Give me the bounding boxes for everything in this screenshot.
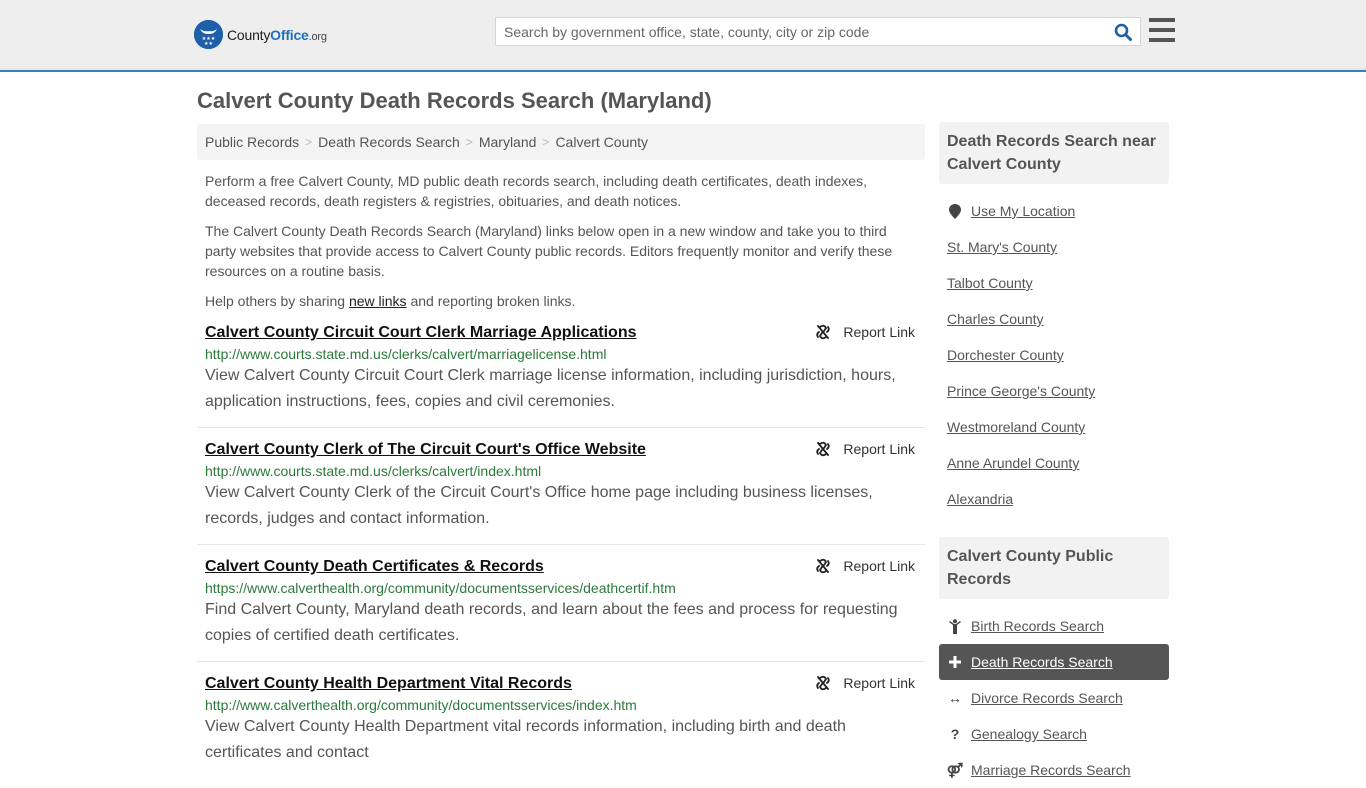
eagle-stars-badge-icon: ★★★ ★★ [194, 20, 223, 49]
nearby-item[interactable]: Alexandria [939, 481, 1169, 517]
intro-text: Perform a free Calvert County, MD public… [197, 171, 925, 311]
nearby-link[interactable]: St. Mary's County [947, 239, 1057, 255]
record-url[interactable]: http://www.courts.state.md.us/clerks/cal… [205, 463, 917, 479]
breadcrumb-public-records[interactable]: Public Records [205, 134, 299, 150]
page-title: Calvert County Death Records Search (Mar… [197, 88, 712, 113]
use-my-location-item[interactable]: Use My Location [939, 193, 1169, 229]
breadcrumb-separator: > [465, 135, 473, 149]
search-box [495, 17, 1141, 46]
record-item: Calvert County Health Department Vital R… [197, 662, 925, 779]
breadcrumb-death-records-search[interactable]: Death Records Search [318, 134, 460, 150]
broken-link-icon [816, 675, 831, 691]
report-link-button[interactable]: Report Link [815, 558, 915, 574]
breadcrumb-separator: > [542, 135, 550, 149]
sidebar-link[interactable]: Divorce Records Search [971, 690, 1123, 706]
sidebar-link[interactable]: Genealogy Search [971, 726, 1087, 742]
site-logo[interactable]: ★★★ ★★ CountyOffice.org [194, 20, 327, 49]
nearby-item[interactable]: Anne Arundel County [939, 445, 1169, 481]
record-item: Calvert County Death Certificates & Reco… [197, 545, 925, 662]
report-link-button[interactable]: Report Link [815, 675, 915, 691]
sidebar-item-divorce-records[interactable]: ↔ Divorce Records Search [939, 680, 1169, 716]
nearby-link[interactable]: Westmoreland County [947, 419, 1085, 435]
report-link-button[interactable]: Report Link [815, 324, 915, 340]
menu-bar [1149, 38, 1175, 42]
main-content: Public Records > Death Records Search > … [197, 124, 925, 779]
nearby-link[interactable]: Anne Arundel County [947, 455, 1079, 471]
nearby-item[interactable]: St. Mary's County [939, 229, 1169, 265]
use-my-location-link[interactable]: Use My Location [971, 203, 1075, 219]
record-title-link[interactable]: Calvert County Circuit Court Clerk Marri… [205, 324, 636, 342]
share-links-paragraph: Help others by sharing new links and rep… [205, 293, 576, 309]
breadcrumb: Public Records > Death Records Search > … [197, 124, 925, 160]
nearby-item[interactable]: Charles County [939, 301, 1169, 337]
nearby-link[interactable]: Dorchester County [947, 347, 1064, 363]
record-url[interactable]: https://www.calverthealth.org/community/… [205, 580, 917, 596]
question-icon: ? [950, 726, 960, 742]
nearby-item[interactable]: Westmoreland County [939, 409, 1169, 445]
sidebar-item-genealogy[interactable]: ? Genealogy Search [939, 716, 1169, 752]
sidebar-link[interactable]: Death Records Search [971, 654, 1113, 670]
search-icon [1114, 23, 1132, 41]
breadcrumb-separator: > [305, 135, 313, 149]
sidebar-link[interactable]: Birth Records Search [971, 618, 1104, 634]
nearby-item[interactable]: Dorchester County [939, 337, 1169, 373]
nearby-item[interactable]: Talbot County [939, 265, 1169, 301]
sidebar-item-birth-records[interactable]: Birth Records Search [939, 608, 1169, 644]
broken-link-icon [816, 558, 831, 574]
record-description: View Calvert County Clerk of the Circuit… [205, 484, 873, 527]
nearby-link[interactable]: Talbot County [947, 275, 1033, 291]
nearby-heading: Death Records Search near Calvert County [939, 122, 1169, 184]
search-input[interactable] [496, 18, 1106, 45]
plus-cross-icon [947, 656, 963, 668]
record-description: View Calvert County Health Department vi… [205, 718, 846, 761]
site-header: ★★★ ★★ CountyOffice.org [0, 0, 1366, 72]
svg-text:★★: ★★ [204, 41, 213, 47]
menu-bar [1149, 18, 1175, 22]
broken-link-icon [816, 441, 831, 457]
nearby-link[interactable]: Alexandria [947, 491, 1013, 507]
record-item: Calvert County Circuit Court Clerk Marri… [197, 311, 925, 428]
report-link-button[interactable]: Report Link [815, 441, 915, 457]
map-pin-icon [947, 203, 963, 219]
sidebar-item-death-records[interactable]: Death Records Search [939, 644, 1169, 680]
child-icon [947, 618, 963, 634]
sidebar-item-marriage-records[interactable]: ⚤ Marriage Records Search [939, 752, 1169, 788]
nearby-link[interactable]: Prince George's County [947, 383, 1095, 399]
intro-paragraph: The Calvert County Death Records Search … [205, 223, 893, 279]
breadcrumb-calvert-county[interactable]: Calvert County [555, 134, 648, 150]
public-records-list: Birth Records Search Death Records Searc… [939, 608, 1169, 788]
nearby-item[interactable]: Prince George's County [939, 373, 1169, 409]
record-url[interactable]: http://www.calverthealth.org/community/d… [205, 697, 917, 713]
logo-wordmark: CountyOffice.org [227, 26, 327, 43]
broken-link-icon [816, 324, 831, 340]
record-description: View Calvert County Circuit Court Clerk … [205, 367, 896, 410]
marriage-symbol-icon: ⚤ [946, 761, 964, 778]
nearby-list: Use My Location St. Mary's County Talbot… [939, 193, 1169, 517]
new-links-link[interactable]: new links [349, 293, 407, 309]
sidebar-link[interactable]: Marriage Records Search [971, 762, 1131, 778]
record-title-link[interactable]: Calvert County Death Certificates & Reco… [205, 558, 544, 576]
public-records-heading: Calvert County Public Records [939, 537, 1169, 599]
nearby-link[interactable]: Charles County [947, 311, 1044, 327]
hamburger-menu-icon[interactable] [1149, 18, 1175, 42]
record-description: Find Calvert County, Maryland death reco… [205, 601, 898, 644]
sidebar: Death Records Search near Calvert County… [939, 122, 1169, 788]
search-button[interactable] [1106, 18, 1140, 45]
menu-bar [1149, 28, 1175, 32]
record-title-link[interactable]: Calvert County Health Department Vital R… [205, 675, 572, 693]
record-url[interactable]: http://www.courts.state.md.us/clerks/cal… [205, 346, 917, 362]
arrows-left-right-icon: ↔ [948, 690, 962, 706]
record-item: Calvert County Clerk of The Circuit Cour… [197, 428, 925, 545]
intro-paragraph: Perform a free Calvert County, MD public… [205, 173, 867, 209]
breadcrumb-maryland[interactable]: Maryland [479, 134, 537, 150]
record-title-link[interactable]: Calvert County Clerk of The Circuit Cour… [205, 441, 646, 459]
